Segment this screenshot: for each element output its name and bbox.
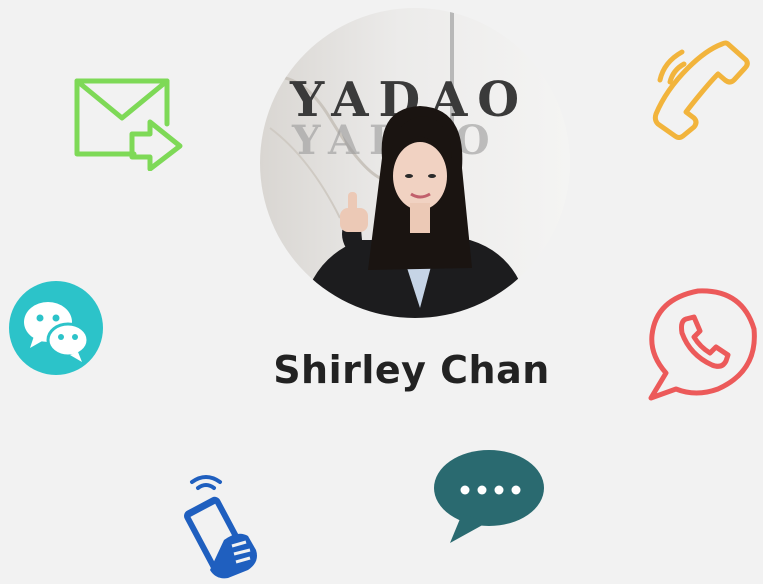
chat-bubble-icon[interactable] xyxy=(432,448,547,544)
avatar: YADAO YADAO xyxy=(260,8,570,318)
email-send-icon[interactable] xyxy=(72,76,187,172)
mobile-call-icon[interactable] xyxy=(176,470,262,580)
profile-name: Shirley Chan xyxy=(273,348,550,392)
phone-icon[interactable] xyxy=(650,40,752,140)
